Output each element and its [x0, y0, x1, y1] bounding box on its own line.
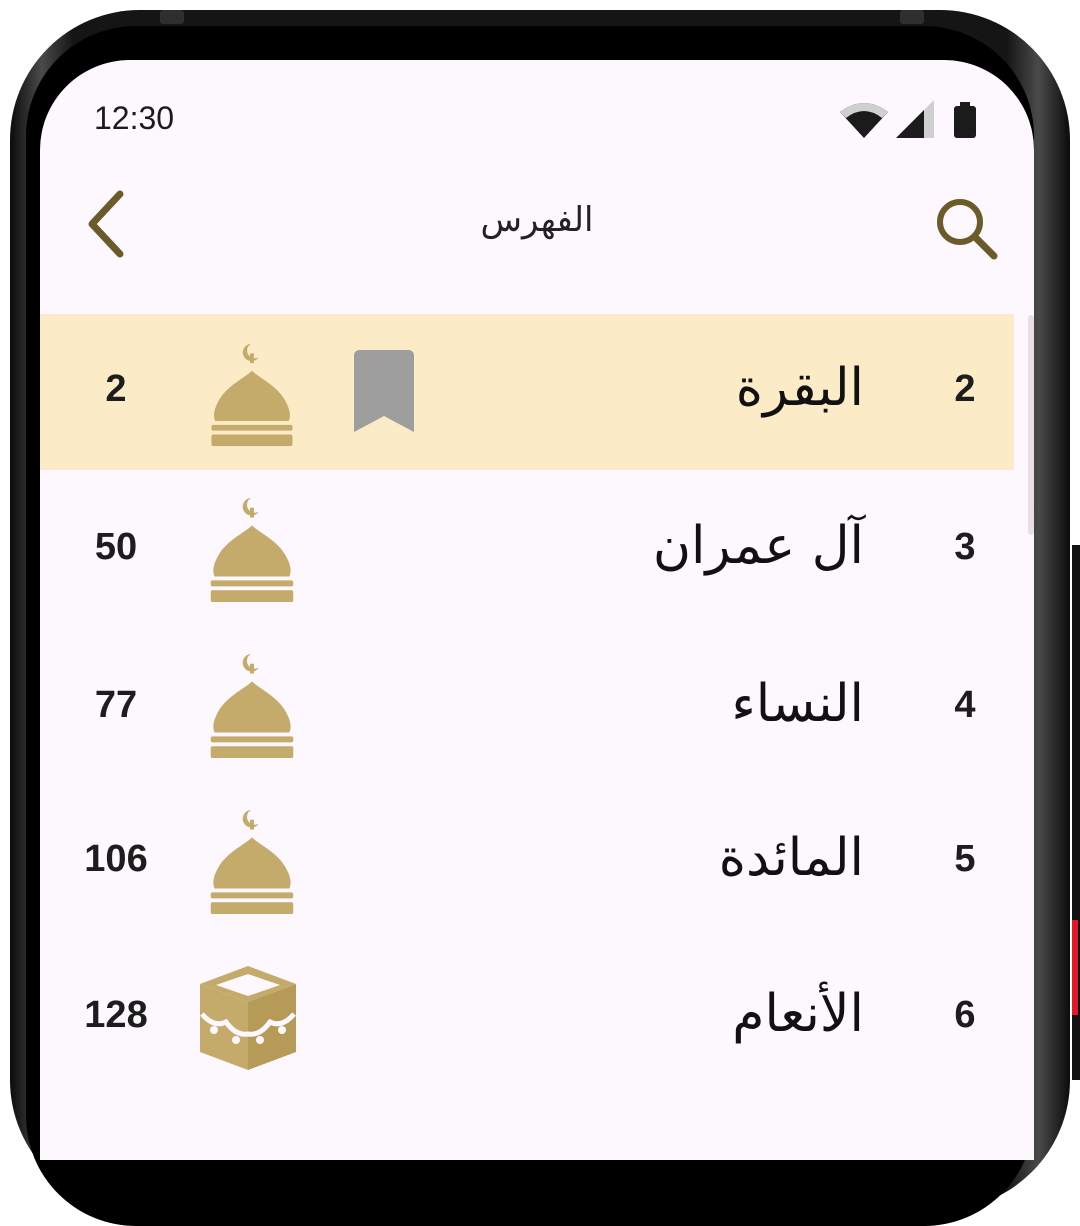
- surah-name: آل عمران: [652, 516, 864, 576]
- phone-button: [160, 10, 184, 24]
- page-number: 50: [94, 526, 138, 568]
- app-screen: 12:30 الفهرس 2 البقرة 2 50 آل عمران 3 77…: [40, 60, 1034, 1160]
- bookmark-icon[interactable]: [350, 350, 418, 434]
- mosque-icon: [208, 495, 296, 604]
- page-number: 106: [84, 838, 148, 880]
- page-title: الفهرس: [480, 200, 594, 240]
- surah-number: 2: [954, 368, 976, 410]
- page-number: 128: [84, 994, 148, 1036]
- status-icons: [840, 100, 976, 138]
- page-number: 77: [94, 684, 138, 726]
- phone-button: [900, 10, 924, 24]
- surah-row[interactable]: 2 البقرة 2: [40, 314, 1014, 470]
- surah-name: الأنعام: [732, 984, 864, 1044]
- signal-icon: [896, 100, 934, 138]
- surah-row[interactable]: 50 آل عمران 3: [40, 470, 1014, 626]
- battery-icon: [954, 102, 976, 138]
- mosque-icon: [209, 341, 295, 448]
- surah-name: النساء: [731, 674, 864, 734]
- surah-number: 6: [954, 994, 976, 1036]
- surah-name: المائدة: [718, 828, 864, 888]
- surah-name: البقرة: [735, 358, 864, 418]
- mosque-icon: [208, 651, 296, 760]
- surah-row[interactable]: 128 الأنعام 6: [40, 938, 1014, 1094]
- surah-number: 4: [954, 684, 976, 726]
- surah-row[interactable]: 77 النساء 4: [40, 626, 1014, 782]
- surah-row[interactable]: 106 المائدة 5: [40, 782, 1014, 938]
- search-icon[interactable]: [930, 192, 1002, 264]
- side-accent: [1072, 920, 1078, 1015]
- scrollbar[interactable]: [1028, 315, 1034, 535]
- page-number: 2: [105, 368, 127, 410]
- surah-number: 3: [954, 526, 976, 568]
- kaaba-icon: [200, 966, 296, 1070]
- mosque-icon: [208, 807, 296, 916]
- status-time: 12:30: [94, 100, 175, 136]
- wifi-icon: [840, 103, 888, 138]
- surah-number: 5: [954, 838, 976, 880]
